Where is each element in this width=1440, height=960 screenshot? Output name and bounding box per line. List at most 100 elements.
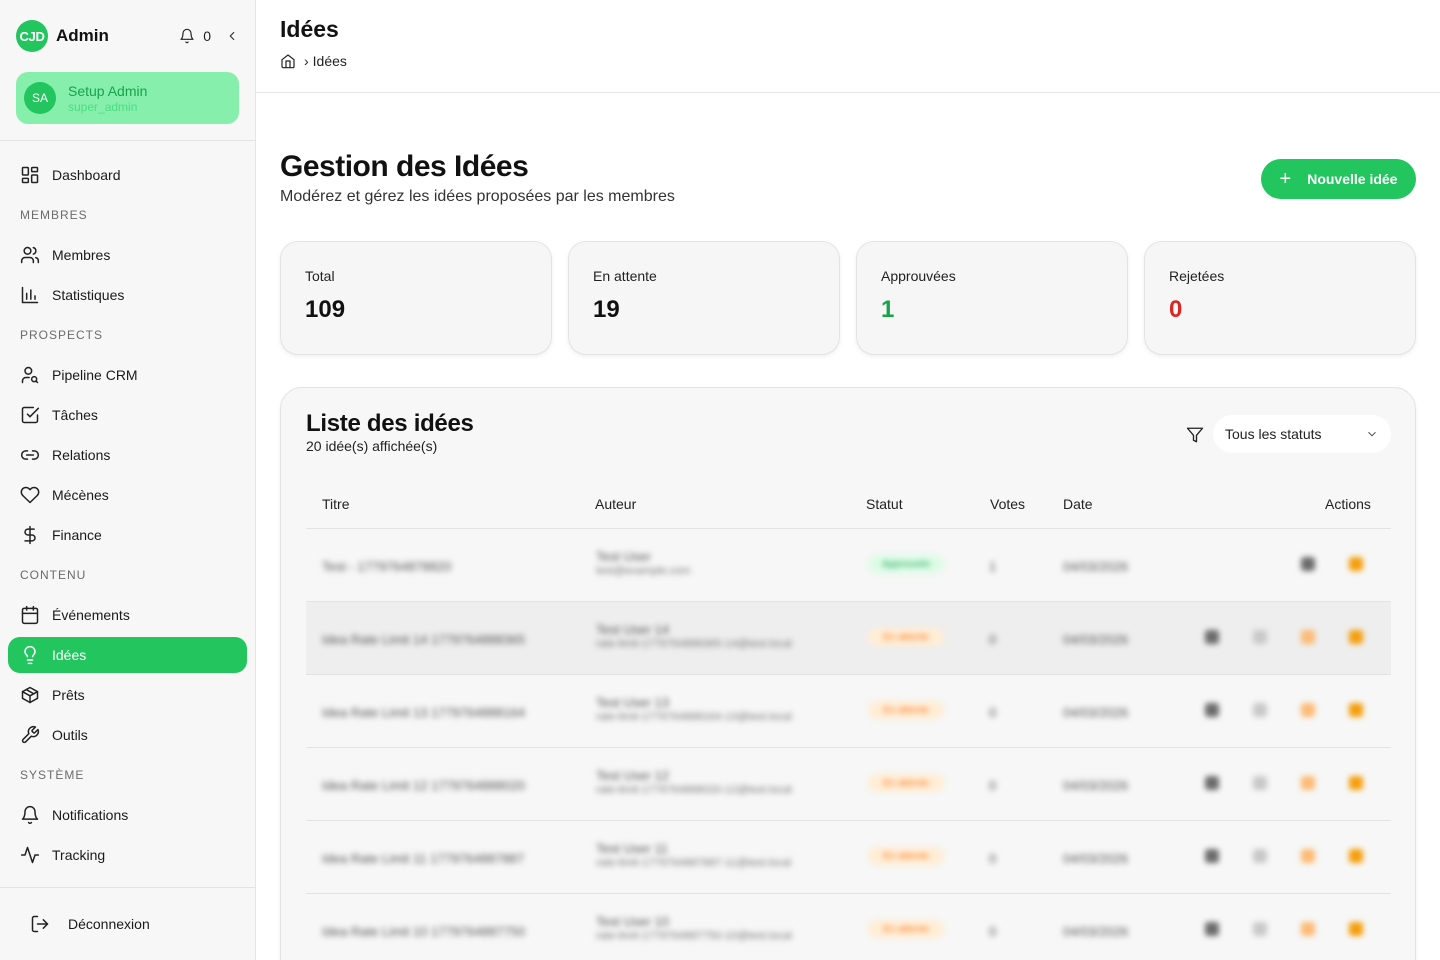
user-role: super_admin (68, 100, 138, 114)
delete-action-icon[interactable] (1349, 630, 1363, 644)
view-action-icon[interactable] (1205, 922, 1219, 936)
sidebar-item-taches[interactable]: Tâches (8, 395, 247, 435)
sidebar-item-label: Tracking (52, 847, 106, 863)
app-logo[interactable]: CJD (16, 20, 48, 52)
page-header: Idées › Idées (256, 0, 1440, 93)
sidebar-item-label: Statistiques (52, 287, 125, 303)
column-header-actions: Actions (1325, 496, 1371, 512)
avatar: SA (24, 82, 56, 114)
table-row[interactable]: Idea Rate Limit 11 1779764887887 Test Use… (306, 821, 1391, 894)
idea-date: 04/03/2026 (1063, 924, 1129, 939)
reject-action-icon[interactable] (1301, 849, 1315, 863)
table-row[interactable]: Idea Rate Limit 10 1779764887750 Test Use… (306, 894, 1391, 960)
idea-title[interactable]: Idea Rate Limit 13 1779764888164 (322, 705, 525, 720)
vote-count: 1 (989, 559, 997, 574)
sidebar-item-notifications[interactable]: Notifications (8, 795, 247, 835)
idea-title[interactable]: Idea Rate Limit 11 1779764887887 (322, 851, 524, 866)
delete-action-icon[interactable] (1349, 922, 1363, 936)
home-icon[interactable] (280, 53, 296, 69)
idea-title[interactable]: Idea Rate Limit 10 1779764887750 (322, 924, 525, 939)
idea-title[interactable]: Test - 1779764878820 (322, 559, 451, 574)
collapse-sidebar-button[interactable] (225, 29, 239, 43)
notifications-button[interactable]: 0 (179, 28, 211, 44)
table-row[interactable]: Idea Rate Limit 12 1779764888020 Test Use… (306, 748, 1391, 821)
idea-date: 04/03/2026 (1063, 559, 1129, 574)
bell-icon (21, 805, 39, 825)
reject-action-icon[interactable] (1301, 703, 1315, 717)
column-header-date[interactable]: Date (1063, 496, 1093, 512)
section-heading-prospects: PROSPECTS (20, 328, 104, 342)
author-email: rate-limit-1779764887887-11@test.local (596, 857, 792, 869)
view-action-icon[interactable] (1205, 849, 1219, 863)
idea-author: Test User 12 rate-limit-1779764888020-12@… (596, 768, 792, 798)
dollar-icon (24, 525, 36, 545)
approve-action-icon[interactable] (1253, 776, 1267, 790)
sidebar-item-statistiques[interactable]: Statistiques (8, 275, 247, 315)
delete-action-icon[interactable] (1349, 703, 1363, 717)
column-header-titre[interactable]: Titre (322, 496, 349, 512)
section-title: Gestion des Idées (280, 150, 529, 183)
idea-author: Test User 11 rate-limit-1779764887887-11@… (596, 841, 791, 871)
idea-author: Test User 10 rate-limit-1779764887750-10@… (596, 914, 792, 944)
idea-title[interactable]: Idea Rate Limit 12 1779764888020 (322, 778, 525, 793)
sidebar-item-pipeline[interactable]: Pipeline CRM (8, 355, 247, 395)
list-title: Liste des idées (306, 410, 474, 437)
view-action-icon[interactable] (1301, 557, 1315, 571)
table-row[interactable]: Test - 1779764878820 Test User test@exampl… (306, 529, 1391, 602)
vote-count: 0 (989, 778, 997, 793)
approve-action-icon[interactable] (1253, 703, 1267, 717)
user-profile-card[interactable]: SA Setup Admin super_admin (16, 72, 239, 124)
reject-action-icon[interactable] (1301, 630, 1315, 644)
approve-action-icon[interactable] (1253, 849, 1267, 863)
stat-label: Rejetées (1169, 268, 1225, 284)
approve-action-icon[interactable] (1253, 922, 1267, 936)
sidebar-item-label: Événements (52, 607, 130, 623)
view-action-icon[interactable] (1205, 776, 1219, 790)
sidebar-item-idees[interactable]: Idées (8, 637, 247, 673)
delete-action-icon[interactable] (1349, 776, 1363, 790)
column-header-auteur[interactable]: Auteur (595, 496, 636, 512)
stat-value: 19 (593, 296, 620, 323)
idea-title[interactable]: Idea Rate Limit 14 1779764888365 (322, 632, 525, 647)
logout-button[interactable]: Déconnexion (30, 914, 150, 934)
sidebar-item-dashboard[interactable]: Dashboard (8, 155, 247, 195)
reject-action-icon[interactable] (1301, 922, 1315, 936)
sidebar-item-finance[interactable]: Finance (8, 515, 247, 555)
vote-count: 0 (989, 705, 997, 720)
ideas-table: Titre Auteur Statut Votes Date Actions T… (306, 478, 1391, 960)
column-header-votes[interactable]: Votes (990, 496, 1025, 512)
page-title: Idées (280, 16, 339, 42)
link-icon (20, 450, 40, 460)
sidebar-item-relations[interactable]: Relations (8, 435, 247, 475)
activity-icon (20, 846, 40, 864)
sidebar-header: CJD Admin 0 (0, 0, 255, 72)
delete-action-icon[interactable] (1349, 557, 1363, 571)
sidebar-item-tracking[interactable]: Tracking (8, 835, 247, 875)
dashboard-icon (21, 166, 39, 184)
view-action-icon[interactable] (1205, 703, 1219, 717)
column-header-statut[interactable]: Statut (866, 496, 903, 512)
sidebar-item-outils[interactable]: Outils (8, 715, 247, 755)
view-action-icon[interactable] (1205, 630, 1219, 644)
stat-card-rejected: Rejetées 0 (1144, 241, 1416, 355)
approve-action-icon[interactable] (1253, 630, 1267, 644)
breadcrumb-current: Idées (312, 53, 347, 69)
sidebar-item-membres[interactable]: Membres (8, 235, 247, 275)
status-badge: Approuvée (868, 555, 944, 573)
logout-label: Déconnexion (68, 916, 150, 932)
table-row[interactable]: Idea Rate Limit 13 1779764888164 Test Use… (306, 675, 1391, 748)
author-name: Test User 13 (596, 695, 669, 710)
sidebar-item-mecenes[interactable]: Mécènes (8, 475, 247, 515)
breadcrumb-separator: › (304, 53, 309, 69)
sidebar-item-prets[interactable]: Prêts (8, 675, 247, 715)
new-idea-button[interactable]: + Nouvelle idée (1261, 159, 1416, 199)
author-email: rate-limit-1779764887750-10@test.local (596, 930, 792, 942)
user-name: Setup Admin (68, 83, 148, 99)
sidebar-item-evenements[interactable]: Événements (8, 595, 247, 635)
reject-action-icon[interactable] (1301, 776, 1315, 790)
table-row[interactable]: Idea Rate Limit 14 1779764888365 Test Use… (306, 602, 1391, 675)
status-badge: En attente (868, 920, 944, 938)
delete-action-icon[interactable] (1349, 849, 1363, 863)
status-filter-select[interactable]: Tous les statuts (1213, 415, 1391, 453)
app-title: Admin (56, 26, 109, 45)
